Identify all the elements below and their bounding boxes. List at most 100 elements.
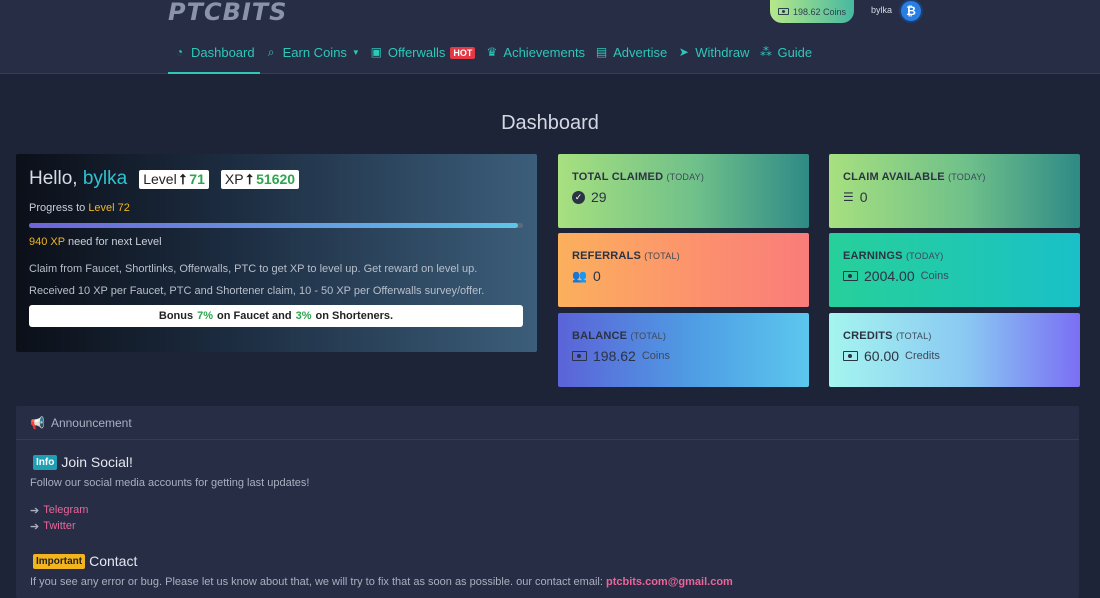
stat-balance: BALANCE (TOTAL) 198.62 Coins	[558, 313, 809, 387]
stat-unit: Coins	[920, 270, 949, 282]
level-chip: Level ⭡ 71	[139, 169, 209, 189]
stat-value: 0	[859, 189, 868, 205]
contact-text-body: If you see any error or bug. Please let …	[30, 576, 603, 588]
ad-icon: ▤	[595, 45, 608, 59]
stat-title: EARNINGS (TODAY)	[843, 250, 1066, 262]
telegram-link[interactable]: ➔ Telegram	[30, 504, 88, 517]
stat-sub: (TODAY)	[948, 172, 986, 182]
stat-unit: Coins	[641, 350, 670, 362]
xp-label: XP	[224, 171, 244, 187]
important-badge: Important	[33, 553, 86, 569]
contact-email-link[interactable]: ptcbits.com@gmail.com	[606, 576, 733, 588]
bitcoin-icon[interactable]: ₿	[901, 1, 921, 21]
social-heading: Info Join Social!	[33, 454, 133, 470]
stat-sub: (TOTAL)	[630, 331, 667, 341]
stat-value: 198.62	[593, 348, 636, 364]
bonus-prefix: Bonus	[158, 310, 194, 322]
nav-label: Dashboard	[191, 45, 255, 60]
trophy-icon: ♛	[486, 45, 498, 59]
gift-icon: ▣	[370, 45, 383, 59]
stat-value-row: ☰ 0	[843, 189, 1066, 205]
stat-title-text: REFERRALS	[572, 250, 642, 262]
money-bill-icon	[572, 351, 587, 361]
nav-dashboard[interactable]: ◔ Dashboard	[168, 44, 260, 74]
check-circle-icon: ✓	[572, 190, 585, 204]
xp-value: 51620	[256, 171, 296, 187]
bonus-mid: on Faucet and	[217, 310, 292, 322]
level-up-icon: ⭡	[179, 170, 187, 187]
nav-advertise[interactable]: ▤ Advertise	[590, 44, 672, 74]
bonus-suffix: on Shorteners.	[315, 310, 394, 322]
page-title: Dashboard	[501, 112, 599, 134]
stat-value-row: 60.00 Credits	[843, 348, 1066, 364]
level-value: 71	[189, 171, 205, 187]
progress-target: Level 72	[88, 202, 130, 214]
nav-withdraw[interactable]: ➤ Withdraw	[672, 44, 754, 74]
progress-prefix: Progress to	[29, 202, 86, 214]
site-logo[interactable]: PTCBITS	[168, 0, 287, 26]
stat-value-row: 2004.00 Coins	[843, 268, 1066, 284]
stat-title-text: CREDITS	[843, 330, 893, 342]
nav-label: Guide	[777, 45, 813, 60]
greeting-username: bylka	[82, 168, 128, 189]
bullhorn-icon: 📢	[30, 415, 45, 430]
money-bill-icon	[843, 271, 858, 281]
contact-title: Contact	[89, 553, 138, 569]
stat-title-text: CLAIM AVAILABLE	[843, 171, 945, 183]
nav-label: Withdraw	[695, 45, 750, 60]
main-nav: ◔ Dashboard ⌕ Earn Coins ▼ ▣ Offerwalls …	[168, 44, 817, 74]
stat-title-text: BALANCE	[572, 330, 628, 342]
stat-title: TOTAL CLAIMED (TODAY)	[572, 171, 795, 183]
stat-title: CREDITS (TOTAL)	[843, 330, 1066, 342]
stat-value: 60.00	[864, 348, 900, 364]
stat-referrals: REFERRALS (TOTAL) 👥 0	[558, 233, 809, 307]
stat-value: 2004.00	[864, 268, 915, 284]
stat-title: BALANCE (TOTAL)	[572, 330, 795, 342]
stat-title: REFERRALS (TOTAL)	[572, 250, 795, 262]
username[interactable]: bylka	[871, 5, 892, 15]
nav-offerwalls[interactable]: ▣ Offerwalls HOT	[365, 44, 481, 74]
hot-badge: HOT	[450, 47, 476, 59]
nav-guide[interactable]: ⁂ Guide	[754, 44, 817, 74]
social-title: Join Social!	[61, 454, 133, 470]
dashboard-icon: ◔	[175, 45, 184, 59]
bonus-faucet-pct: 7%	[197, 310, 214, 322]
stat-title-text: TOTAL CLAIMED	[572, 171, 664, 183]
xp-needed: 940 XP need for next Level	[29, 236, 162, 248]
paper-plane-icon: ➤	[678, 45, 689, 59]
level-progress-bar	[29, 223, 523, 228]
stat-value-row: 👥 0	[572, 268, 795, 284]
stat-title: CLAIM AVAILABLE (TODAY)	[843, 171, 1066, 183]
nav-earn-coins[interactable]: ⌕ Earn Coins ▼	[260, 44, 365, 74]
level-description: Claim from Faucet, Shortlinks, Offerwall…	[29, 263, 478, 275]
nav-label: Earn Coins	[282, 45, 347, 60]
bonus-shortener-pct: 3%	[295, 310, 312, 322]
stat-value-row: 198.62 Coins	[572, 348, 795, 364]
chevron-down-icon: ▼	[351, 48, 360, 57]
xp-description: Received 10 XP per Faucet, PTC and Short…	[29, 285, 485, 297]
stat-unit: Credits	[905, 350, 940, 362]
users-icon: 👥	[572, 269, 587, 283]
stat-sub: (TODAY)	[666, 172, 705, 182]
xp-needed-value: 940 XP	[29, 236, 65, 248]
level-progress-fill	[29, 223, 519, 228]
xp-needed-suffix: need for next Level	[67, 236, 162, 248]
xp-chip: XP ⭡ 51620	[220, 169, 300, 189]
contact-text: If you see any error or bug. Please let …	[30, 576, 733, 588]
stat-value-row: ✓ 29	[572, 189, 795, 205]
announcement-title: Announcement	[50, 415, 132, 430]
nav-label: Advertise	[613, 45, 668, 60]
nav-label: Achievements	[503, 45, 586, 60]
twitter-link[interactable]: ➔ Twitter	[30, 520, 76, 533]
bonus-banner: Bonus 7% on Faucet and 3% on Shorteners.	[29, 305, 523, 327]
greeting-label: Hello,	[29, 168, 78, 189]
balance-pill[interactable]: 198.62 Coins	[770, 0, 854, 23]
level-card: Hello, bylka Level ⭡ 71 XP ⭡ 51620 Progr…	[16, 154, 537, 352]
nav-achievements[interactable]: ♛ Achievements	[480, 44, 590, 74]
tasks-icon: ☰	[843, 190, 854, 204]
announcement-header: 📢 Announcement	[16, 406, 1079, 440]
sitemap-icon: ⁂	[759, 45, 772, 59]
top-navbar: PTCBITS 198.62 Coins bylka ₿ ◔ Dashboard…	[0, 0, 1100, 74]
info-badge: Info	[33, 454, 58, 470]
stat-value: 0	[592, 268, 601, 284]
